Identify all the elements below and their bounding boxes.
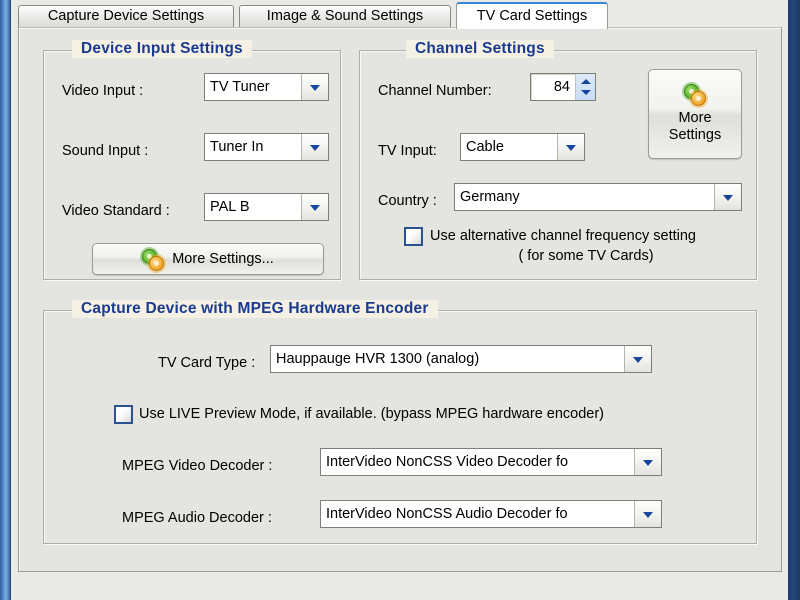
chevron-down-icon[interactable] bbox=[634, 501, 661, 527]
tab-label: TV Card Settings bbox=[476, 8, 588, 24]
tab-image-sound-settings[interactable]: Image & Sound Settings bbox=[239, 5, 451, 27]
alt-frequency-label-line1: Use alternative channel frequency settin… bbox=[430, 228, 696, 244]
combo-video-standard-value: PAL B bbox=[205, 194, 301, 220]
live-preview-label: Use LIVE Preview Mode, if available. (by… bbox=[139, 406, 605, 422]
label-channel-number: Channel Number: bbox=[378, 83, 492, 99]
gears-icon bbox=[684, 84, 706, 106]
group-mpeg-hardware-encoder: Capture Device with MPEG Hardware Encode… bbox=[43, 300, 757, 544]
channel-more-settings-button[interactable]: More Settings bbox=[648, 69, 742, 159]
combo-tv-card-type[interactable]: Hauppauge HVR 1300 (analog) bbox=[270, 345, 652, 373]
chevron-down-icon[interactable] bbox=[714, 184, 741, 210]
chevron-down-icon[interactable] bbox=[301, 74, 328, 100]
group-channel-settings: Channel Settings Channel Number: 84 TV I… bbox=[359, 40, 757, 280]
label-sound-input: Sound Input : bbox=[62, 143, 149, 159]
group-title-device-input-settings: Device Input Settings bbox=[72, 40, 252, 58]
chevron-down-icon[interactable] bbox=[301, 134, 328, 160]
label-country: Country : bbox=[378, 193, 437, 209]
chevron-down-icon[interactable] bbox=[624, 346, 651, 372]
chevron-down-icon[interactable] bbox=[301, 194, 328, 220]
live-preview-checkbox[interactable] bbox=[114, 405, 133, 424]
tab-tv-card-settings[interactable]: TV Card Settings bbox=[456, 2, 608, 29]
spinner-updown-icon[interactable] bbox=[575, 74, 595, 100]
combo-sound-input[interactable]: Tuner In bbox=[204, 133, 329, 161]
group-title-mpeg-hardware-encoder: Capture Device with MPEG Hardware Encode… bbox=[72, 300, 438, 318]
window-chrome-left bbox=[0, 0, 11, 600]
combo-sound-input-value: Tuner In bbox=[205, 134, 301, 160]
combo-tv-card-type-value: Hauppauge HVR 1300 (analog) bbox=[271, 346, 624, 372]
device-more-settings-label: More Settings... bbox=[172, 251, 274, 267]
label-video-standard: Video Standard : bbox=[62, 203, 170, 219]
label-mpeg-audio-decoder: MPEG Audio Decoder : bbox=[122, 510, 272, 526]
gears-icon bbox=[142, 249, 165, 271]
alt-frequency-checkbox[interactable] bbox=[404, 227, 423, 246]
device-more-settings-button[interactable]: More Settings... bbox=[92, 243, 324, 275]
chevron-down-icon[interactable] bbox=[557, 134, 584, 160]
group-device-input-settings: Device Input Settings Video Input : TV T… bbox=[43, 40, 341, 280]
group-title-channel-settings: Channel Settings bbox=[406, 40, 554, 58]
label-video-input: Video Input : bbox=[62, 83, 144, 99]
label-tv-card-type: TV Card Type : bbox=[158, 355, 256, 371]
label-mpeg-video-decoder: MPEG Video Decoder : bbox=[122, 458, 273, 474]
tab-label: Image & Sound Settings bbox=[266, 8, 424, 24]
chevron-down-icon[interactable] bbox=[634, 449, 661, 475]
tab-strip: Capture Device Settings Image & Sound Se… bbox=[18, 2, 788, 29]
label-tv-input: TV Input: bbox=[378, 143, 437, 159]
tv-card-settings-window: Capture Device Settings Image & Sound Se… bbox=[0, 0, 800, 600]
tab-label: Capture Device Settings bbox=[47, 8, 205, 24]
combo-country-value: Germany bbox=[455, 184, 714, 210]
tab-capture-device-settings[interactable]: Capture Device Settings bbox=[18, 5, 234, 27]
combo-mpeg-audio-decoder-value: InterVideo NonCSS Audio Decoder fo bbox=[321, 501, 634, 527]
channel-more-settings-label-line1: More bbox=[678, 110, 712, 126]
combo-video-standard[interactable]: PAL B bbox=[204, 193, 329, 221]
combo-tv-input[interactable]: Cable bbox=[460, 133, 585, 161]
tab-page-tv-card-settings: Device Input Settings Video Input : TV T… bbox=[18, 27, 782, 572]
combo-video-input[interactable]: TV Tuner bbox=[204, 73, 329, 101]
spinner-channel-number[interactable]: 84 bbox=[530, 73, 596, 101]
combo-tv-input-value: Cable bbox=[461, 134, 557, 160]
combo-video-input-value: TV Tuner bbox=[205, 74, 301, 100]
combo-country[interactable]: Germany bbox=[454, 183, 742, 211]
combo-mpeg-audio-decoder[interactable]: InterVideo NonCSS Audio Decoder fo bbox=[320, 500, 662, 528]
window-chrome-right bbox=[788, 0, 800, 600]
combo-mpeg-video-decoder-value: InterVideo NonCSS Video Decoder fo bbox=[321, 449, 634, 475]
channel-more-settings-label-line2: Settings bbox=[668, 127, 722, 143]
alt-frequency-label-line2: ( for some TV Cards) bbox=[518, 248, 654, 264]
spinner-channel-number-value: 84 bbox=[553, 79, 570, 95]
combo-mpeg-video-decoder[interactable]: InterVideo NonCSS Video Decoder fo bbox=[320, 448, 662, 476]
